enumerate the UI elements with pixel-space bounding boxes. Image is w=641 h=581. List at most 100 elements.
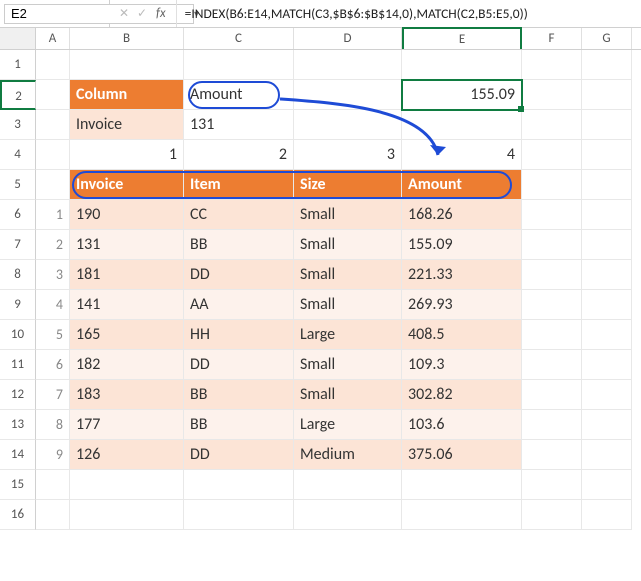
cell-size[interactable]: Small: [294, 350, 402, 380]
cell[interactable]: [582, 170, 632, 200]
row-header[interactable]: 4: [0, 140, 36, 170]
cell-size[interactable]: Small: [294, 200, 402, 230]
row-header[interactable]: 3: [0, 110, 36, 140]
cell-amount[interactable]: 375.06: [402, 440, 522, 470]
cell-invoice[interactable]: 131: [70, 230, 184, 260]
index-num[interactable]: 6: [36, 350, 70, 380]
table-header-item[interactable]: Item: [184, 170, 294, 200]
cell-item[interactable]: AA: [184, 290, 294, 320]
row-header[interactable]: 14: [0, 440, 36, 470]
cell[interactable]: [582, 320, 632, 350]
cell[interactable]: [522, 410, 582, 440]
cell-size[interactable]: Small: [294, 290, 402, 320]
cell[interactable]: [402, 500, 522, 530]
cancel-icon[interactable]: ✕: [116, 6, 132, 21]
cell[interactable]: [522, 230, 582, 260]
cell[interactable]: [582, 200, 632, 230]
cell[interactable]: [582, 500, 632, 530]
cell-item[interactable]: BB: [184, 230, 294, 260]
cell[interactable]: [402, 470, 522, 500]
helper-num[interactable]: 4: [402, 140, 522, 170]
cell[interactable]: [36, 500, 70, 530]
cell[interactable]: [70, 50, 184, 80]
lookup-column-value[interactable]: Amount: [184, 80, 294, 110]
index-num[interactable]: 4: [36, 290, 70, 320]
col-header-C[interactable]: C: [184, 28, 294, 49]
index-num[interactable]: 3: [36, 260, 70, 290]
cell-size[interactable]: Small: [294, 230, 402, 260]
cell-invoice[interactable]: 177: [70, 410, 184, 440]
cell[interactable]: [522, 110, 582, 140]
cell[interactable]: [582, 470, 632, 500]
cell[interactable]: [522, 380, 582, 410]
cell-invoice[interactable]: 165: [70, 320, 184, 350]
table-header-size[interactable]: Size: [294, 170, 402, 200]
cell[interactable]: [582, 50, 632, 80]
cell[interactable]: [184, 500, 294, 530]
row-header[interactable]: 13: [0, 410, 36, 440]
cell-size[interactable]: Medium: [294, 440, 402, 470]
row-header[interactable]: 15: [0, 470, 36, 500]
cell-amount[interactable]: 155.09: [402, 230, 522, 260]
cell[interactable]: [184, 470, 294, 500]
cell[interactable]: [36, 110, 70, 140]
cell[interactable]: [582, 110, 632, 140]
cell-amount[interactable]: 269.93: [402, 290, 522, 320]
cell[interactable]: [522, 440, 582, 470]
cell-size[interactable]: Large: [294, 320, 402, 350]
cell[interactable]: [522, 140, 582, 170]
col-header-B[interactable]: B: [70, 28, 184, 49]
cell[interactable]: [294, 110, 402, 140]
index-num[interactable]: 8: [36, 410, 70, 440]
cell[interactable]: [522, 260, 582, 290]
row-header[interactable]: 16: [0, 500, 36, 530]
cell[interactable]: [184, 50, 294, 80]
cell[interactable]: [402, 50, 522, 80]
cell[interactable]: [522, 350, 582, 380]
row-header[interactable]: 7: [0, 230, 36, 260]
helper-num[interactable]: 3: [294, 140, 402, 170]
select-all-corner[interactable]: [0, 28, 36, 49]
cell-item[interactable]: DD: [184, 350, 294, 380]
helper-num[interactable]: 2: [184, 140, 294, 170]
cell-item[interactable]: DD: [184, 440, 294, 470]
cell[interactable]: [522, 500, 582, 530]
lookup-column-label[interactable]: Column: [70, 80, 184, 110]
table-header-invoice[interactable]: Invoice: [70, 170, 184, 200]
row-header[interactable]: 6: [0, 200, 36, 230]
helper-num[interactable]: 1: [70, 140, 184, 170]
table-header-amount[interactable]: Amount: [402, 170, 522, 200]
cell[interactable]: [582, 380, 632, 410]
cell[interactable]: [36, 170, 70, 200]
index-num[interactable]: 2: [36, 230, 70, 260]
cell[interactable]: [522, 170, 582, 200]
formula-input[interactable]: =INDEX(B6:E14,MATCH(C3,$B$6:$B$14,0),MAT…: [177, 0, 641, 27]
cell[interactable]: [36, 80, 70, 110]
row-header[interactable]: 5: [0, 170, 36, 200]
cell-invoice[interactable]: 141: [70, 290, 184, 320]
cell[interactable]: [294, 80, 402, 110]
cell[interactable]: [70, 500, 184, 530]
cell-invoice[interactable]: 182: [70, 350, 184, 380]
cell[interactable]: [582, 230, 632, 260]
col-header-F[interactable]: F: [522, 28, 582, 49]
cell[interactable]: [582, 410, 632, 440]
cell[interactable]: [582, 350, 632, 380]
cell[interactable]: [582, 80, 632, 110]
cell-item[interactable]: HH: [184, 320, 294, 350]
lookup-invoice-value[interactable]: 131: [184, 110, 294, 140]
row-header[interactable]: 9: [0, 290, 36, 320]
cell[interactable]: [522, 320, 582, 350]
row-header[interactable]: 2: [0, 80, 36, 110]
row-header[interactable]: 10: [0, 320, 36, 350]
col-header-E[interactable]: E: [402, 27, 522, 49]
index-num[interactable]: 9: [36, 440, 70, 470]
cell[interactable]: [522, 200, 582, 230]
cell[interactable]: [294, 500, 402, 530]
result-cell[interactable]: 155.09: [402, 80, 522, 110]
row-header[interactable]: 1: [0, 50, 36, 80]
index-num[interactable]: 5: [36, 320, 70, 350]
cell[interactable]: [36, 470, 70, 500]
cell-item[interactable]: CC: [184, 200, 294, 230]
cell-item[interactable]: BB: [184, 380, 294, 410]
